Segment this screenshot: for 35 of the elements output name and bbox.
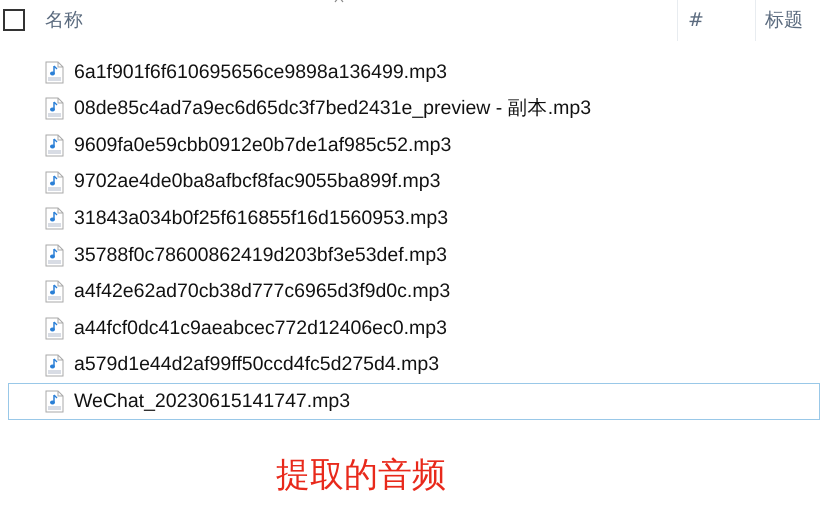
file-name: 35788f0c78600862419d203bf3e53def.mp3 — [74, 242, 448, 268]
file-row[interactable]: a44fcf0dc41c9aeabcec772d12406ec0.mp3 — [8, 310, 820, 347]
file-name: a4f42e62ad70cb38d777c6965d3f9d0c.mp3 — [74, 279, 450, 304]
file-name: 9702ae4de0ba8afbcf8fac9055ba899f.mp3 — [74, 169, 440, 194]
column-header[interactable]: 名称 — [45, 6, 83, 34]
column-header[interactable]: 标题 — [755, 0, 820, 41]
file-name: 9609fa0e59cbb0912e0b7de1af985c52.mp3 — [74, 132, 452, 158]
audio-file-icon — [45, 207, 64, 230]
audio-file-icon — [45, 316, 64, 340]
file-row[interactable]: 9609fa0e59cbb0912e0b7de1af985c52.mp3 — [8, 127, 820, 164]
file-row[interactable]: 08de85c4ad7a9ec6d65dc3f7bed2431e_preview - 副本.mp3 — [8, 90, 820, 128]
file-row[interactable]: 9702ae4de0ba8afbcf8fac9055ba899f.mp3 — [8, 164, 820, 200]
file-row[interactable]: a4f42e62ad70cb38d777c6965d3f9d0c.mp3 — [8, 274, 820, 310]
file-row[interactable]: 31843a034b0f25f616855f16d1560953.mp3 — [8, 200, 820, 237]
audio-file-icon — [45, 170, 64, 194]
audio-file-icon — [45, 244, 64, 267]
audio-file-icon — [45, 354, 64, 377]
file-name: 08de85c4ad7a9ec6d65dc3f7bed2431e_preview - 副本.mp3 — [74, 96, 592, 122]
file-row[interactable]: a579d1e44d2af99ff50ccd4fc5d275d4.mp3 — [8, 346, 820, 384]
caption-text: 提取的音频 — [275, 454, 447, 497]
file-name: a579d1e44d2af99ff50ccd4fc5d275d4.mp3 — [74, 352, 440, 378]
file-name: a44fcf0dc41c9aeabcec772d12406ec0.mp3 — [74, 316, 447, 341]
file-row[interactable]: WeChat_20230615141747.mp3 — [8, 383, 820, 420]
file-name: WeChat_20230615141747.mp3 — [74, 389, 350, 414]
file-row[interactable]: 35788f0c78600862419d203bf3e53def.mp3 — [8, 236, 820, 274]
audio-file-icon — [45, 97, 64, 120]
file-row[interactable]: 6a1f901f6f610695656ce9898a136499.mp3 — [8, 54, 820, 91]
select-all-checkbox[interactable] — [3, 9, 25, 31]
column-header[interactable]: # — [677, 0, 755, 41]
file-name: 31843a034b0f25f616855f16d1560953.mp3 — [74, 206, 448, 232]
audio-file-icon — [45, 390, 64, 414]
file-name: 6a1f901f6f610695656ce9898a136499.mp3 — [74, 60, 448, 85]
audio-file-icon — [45, 134, 64, 157]
audio-file-icon — [45, 280, 64, 304]
audio-file-icon — [45, 60, 64, 84]
